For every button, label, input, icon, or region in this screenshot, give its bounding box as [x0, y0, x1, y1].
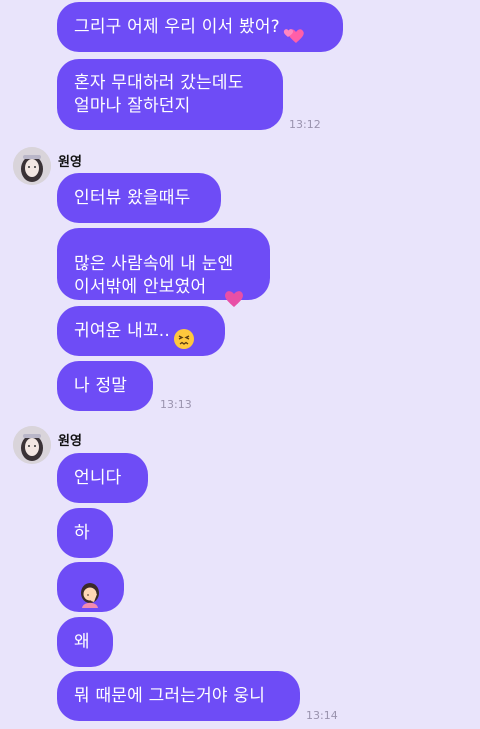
purple-heart-icon — [223, 265, 245, 315]
message-text: 혼자 무대하러 갔는데도 얼마나 잘하던지 — [74, 72, 244, 116]
timestamp: 13:12 — [289, 118, 321, 131]
sender-name: 원영 — [58, 155, 82, 170]
message-bubble[interactable]: 혼자 무대하러 갔는데도 얼마나 잘하던지 — [57, 59, 283, 130]
woman-facepalming-icon — [76, 558, 104, 616]
message-text: 인터뷰 왔을때두 — [74, 187, 191, 208]
message-bubble[interactable] — [57, 562, 124, 612]
message-bubble[interactable]: 인터뷰 왔을때두 — [57, 173, 221, 223]
profile-photo-icon — [13, 426, 51, 464]
message-bubble[interactable]: 하 — [57, 508, 113, 558]
two-hearts-icon — [283, 2, 305, 52]
message-bubble[interactable]: 나 정말 — [57, 361, 153, 411]
message-bubble[interactable]: 많은 사람속에 내 눈엔 이서밖에 안보였어 — [57, 228, 270, 307]
message-text: 나 정말 — [74, 375, 128, 396]
message-text: 귀여운 내꼬.. — [74, 320, 171, 341]
message-text: 하 — [74, 522, 90, 543]
sender-name: 원영 — [58, 434, 82, 449]
timestamp: 13:13 — [160, 398, 192, 411]
confounded-face-icon — [173, 305, 195, 357]
message-bubble[interactable]: 그리구 어제 우리 이서 봤어? — [57, 2, 343, 52]
message-text: 많은 사람속에 내 눈엔 이서밖에 안보였어 — [74, 253, 234, 297]
message-text: 그리구 어제 우리 이서 봤어? — [74, 16, 280, 37]
avatar[interactable] — [13, 147, 51, 185]
message-text: 왜 — [74, 631, 90, 652]
message-text: 뭐 때문에 그러는거야 웅니 — [74, 685, 266, 706]
message-bubble[interactable]: 왜 — [57, 617, 113, 667]
message-text: 언니다 — [74, 467, 122, 488]
message-bubble[interactable]: 뭐 때문에 그러는거야 웅니 — [57, 671, 300, 721]
message-bubble[interactable]: 귀여운 내꼬.. — [57, 306, 225, 356]
timestamp: 13:14 — [306, 709, 338, 722]
profile-photo-icon — [13, 147, 51, 185]
message-bubble[interactable]: 언니다 — [57, 453, 148, 503]
chat-thread: 그리구 어제 우리 이서 봤어? 혼자 무대하러 갔는데도 얼마나 잘하던지 1… — [0, 0, 480, 729]
avatar[interactable] — [13, 426, 51, 464]
